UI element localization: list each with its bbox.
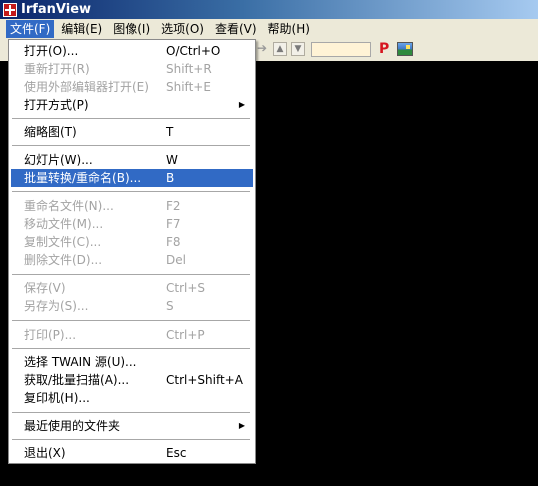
- menu-separator: [12, 439, 250, 440]
- menu-item-open-external-editor[interactable]: 使用外部编辑器打开(E) Shift+E: [11, 78, 253, 96]
- menu-item-slideshow[interactable]: 幻灯片(W)... W: [11, 151, 253, 169]
- menu-item-recent-folders[interactable]: 最近使用的文件夹 ▶: [11, 417, 253, 435]
- menu-item-copier[interactable]: 复印机(H)...: [11, 389, 253, 407]
- menu-item-shortcut: W: [166, 153, 178, 167]
- menu-item-shortcut: Ctrl+Shift+A: [166, 373, 243, 387]
- menu-item-label: 选择 TWAIN 源(U)...: [24, 355, 137, 369]
- menu-item-shortcut: Shift+R: [166, 62, 212, 76]
- image-icon[interactable]: [397, 42, 413, 56]
- menu-item-shortcut: F8: [166, 235, 181, 249]
- menu-item-label: 退出(X): [24, 446, 66, 460]
- menu-item-label: 删除文件(D)...: [24, 253, 103, 267]
- menu-item-exit[interactable]: 退出(X) Esc: [11, 444, 253, 462]
- menu-item-move-file[interactable]: 移动文件(M)... F7: [11, 215, 253, 233]
- menu-item-label: 移动文件(M)...: [24, 217, 104, 231]
- menu-separator: [12, 191, 250, 192]
- menu-item-open[interactable]: 打开(O)... O/Ctrl+O: [11, 42, 253, 60]
- menu-item-label: 重命名文件(N)...: [24, 199, 114, 213]
- zoom-field[interactable]: [311, 42, 371, 57]
- menu-item-shortcut: S: [166, 299, 174, 313]
- menu-separator: [12, 412, 250, 413]
- menu-separator: [12, 145, 250, 146]
- menu-item-label: 打印(P)...: [24, 328, 77, 342]
- menu-item-shortcut: F7: [166, 217, 181, 231]
- menu-separator: [12, 320, 250, 321]
- menu-item-save-as[interactable]: 另存为(S)... S: [11, 297, 253, 315]
- move-down-icon[interactable]: ▼: [291, 42, 305, 56]
- menu-item-reopen[interactable]: 重新打开(R) Shift+R: [11, 60, 253, 78]
- file-menu-dropdown: 打开(O)... O/Ctrl+O 重新打开(R) Shift+R 使用外部编辑…: [8, 39, 256, 464]
- menu-item-label: 最近使用的文件夹: [24, 419, 121, 433]
- menu-item-label: 获取/批量扫描(A)...: [24, 373, 130, 387]
- menu-separator: [12, 118, 250, 119]
- menu-item-label: 复印机(H)...: [24, 391, 90, 405]
- menu-item-label: 打开(O)...: [24, 44, 79, 58]
- menu-bar: 文件(F) 编辑(E) 图像(I) 选项(O) 查看(V) 帮助(H): [0, 19, 538, 39]
- menu-file[interactable]: 文件(F): [6, 20, 55, 38]
- menu-item-shortcut: Ctrl+P: [166, 328, 205, 342]
- menu-item-thumbnails[interactable]: 缩略图(T) T: [11, 123, 253, 141]
- window-title: IrfanView: [21, 2, 92, 17]
- menu-item-label: 幻灯片(W)...: [24, 153, 93, 167]
- menu-item-shortcut: Ctrl+S: [166, 281, 206, 295]
- menu-item-rename-file[interactable]: 重命名文件(N)... F2: [11, 197, 253, 215]
- menu-item-select-twain-source[interactable]: 选择 TWAIN 源(U)...: [11, 353, 253, 371]
- menu-item-shortcut: T: [166, 125, 174, 139]
- move-up-icon[interactable]: ▲: [273, 42, 287, 56]
- menu-item-shortcut: F2: [166, 199, 181, 213]
- menu-separator: [12, 348, 250, 349]
- menu-edit[interactable]: 编辑(E): [57, 20, 106, 38]
- arrow-right-icon[interactable]: ➔: [257, 41, 267, 55]
- menu-item-acquire-batch-scan[interactable]: 获取/批量扫描(A)... Ctrl+Shift+A: [11, 371, 253, 389]
- menu-view[interactable]: 查看(V): [211, 20, 261, 38]
- menu-item-open-with[interactable]: 打开方式(P) ▶: [11, 96, 253, 114]
- menu-image[interactable]: 图像(I): [109, 20, 154, 38]
- menu-item-label: 批量转换/重命名(B)...: [24, 171, 142, 185]
- menu-item-label: 复制文件(C)...: [24, 235, 102, 249]
- title-bar[interactable]: IrfanView: [0, 0, 538, 19]
- menu-item-shortcut: Esc: [166, 446, 187, 460]
- menu-item-batch-convert-rename[interactable]: 批量转换/重命名(B)... B: [11, 169, 253, 187]
- menu-item-shortcut: Shift+E: [166, 80, 211, 94]
- menu-item-label: 保存(V): [24, 281, 66, 295]
- menu-item-save[interactable]: 保存(V) Ctrl+S: [11, 279, 253, 297]
- menu-item-label: 打开方式(P): [24, 98, 89, 112]
- menu-separator: [12, 274, 250, 275]
- submenu-arrow-icon: ▶: [238, 421, 245, 430]
- menu-item-label: 缩略图(T): [24, 125, 77, 139]
- menu-item-shortcut: B: [166, 171, 175, 185]
- menu-item-label: 使用外部编辑器打开(E): [24, 80, 149, 94]
- menu-item-shortcut: O/Ctrl+O: [166, 44, 221, 58]
- irfanview-app-icon[interactable]: [3, 2, 17, 17]
- menu-item-print[interactable]: 打印(P)... Ctrl+P: [11, 326, 253, 344]
- menu-item-delete-file[interactable]: 删除文件(D)... Del: [11, 251, 253, 269]
- menu-item-copy-file[interactable]: 复制文件(C)... F8: [11, 233, 253, 251]
- menu-options[interactable]: 选项(O): [157, 20, 208, 38]
- paint-icon[interactable]: P: [379, 41, 389, 57]
- menu-item-label: 另存为(S)...: [24, 299, 89, 313]
- submenu-arrow-icon: ▶: [238, 100, 245, 109]
- menu-item-label: 重新打开(R): [24, 62, 90, 76]
- menu-help[interactable]: 帮助(H): [264, 20, 314, 38]
- menu-item-shortcut: Del: [166, 253, 186, 267]
